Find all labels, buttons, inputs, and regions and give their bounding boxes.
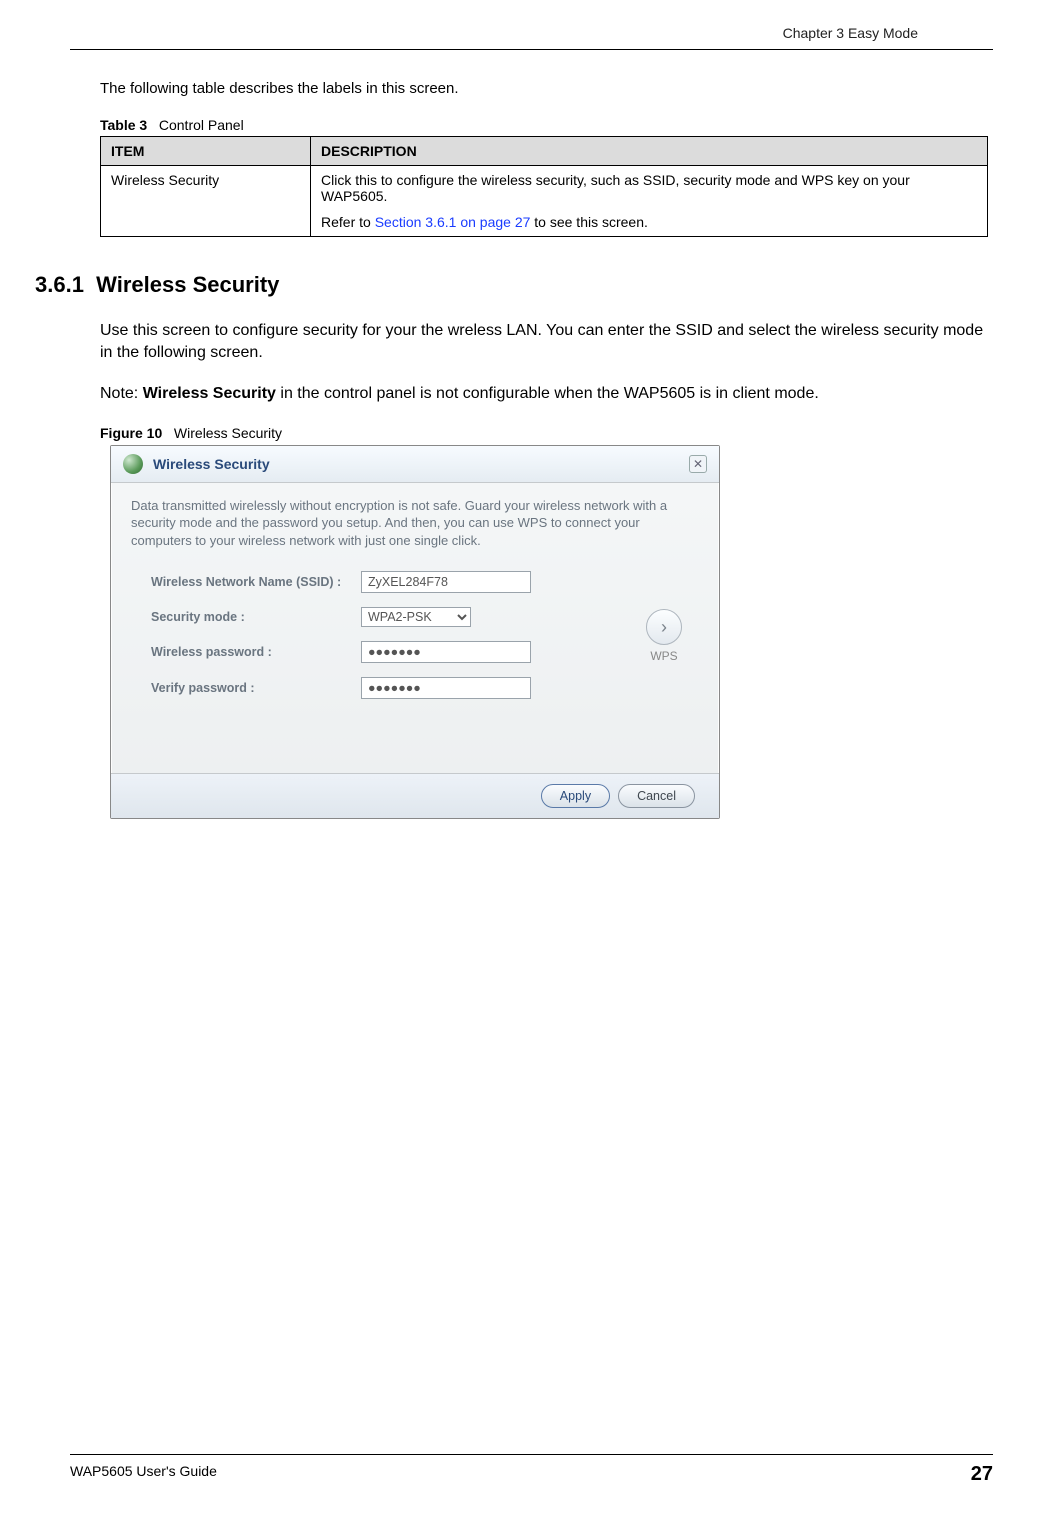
table-header-row: ITEM DESCRIPTION (101, 137, 988, 166)
row-password: Wireless password : (151, 641, 629, 663)
dialog-intro: Data transmitted wirelessly without encr… (111, 483, 719, 560)
wireless-security-dialog: Wireless Security ✕ Data transmitted wir… (110, 445, 720, 820)
ssid-label: Wireless Network Name (SSID) : (151, 575, 361, 589)
intro-text: The following table describes the labels… (100, 80, 988, 97)
page-header: Chapter 3 Easy Mode (70, 0, 993, 50)
dialog-footer: Apply Cancel (111, 773, 719, 818)
section-title: Wireless Security (96, 272, 279, 297)
chapter-label: Chapter 3 Easy Mode (783, 25, 918, 41)
globe-icon (123, 454, 143, 474)
wps-button[interactable]: › (646, 609, 682, 645)
table-row: Wireless Security Click this to configur… (101, 166, 988, 237)
row-verify: Verify password : (151, 677, 629, 699)
wps-area: › WPS (629, 571, 699, 713)
section-number: 3.6.1 (35, 272, 84, 297)
cancel-button[interactable]: Cancel (618, 784, 695, 808)
table-caption: Table 3 Control Panel (100, 117, 988, 133)
password-label: Wireless password : (151, 645, 361, 659)
section-heading: 3.6.1 Wireless Security (35, 272, 988, 298)
cell-item: Wireless Security (101, 166, 311, 237)
note-paragraph: Note: Wireless Security in the control p… (100, 383, 988, 405)
dialog-title: Wireless Security (153, 456, 689, 472)
verify-input[interactable] (361, 677, 531, 699)
ssid-input[interactable] (361, 571, 531, 593)
mode-select[interactable]: WPA2-PSK (361, 607, 471, 627)
mode-label: Security mode : (151, 610, 361, 624)
note-rest: in the control panel is not configurable… (276, 385, 819, 402)
table-title: Control Panel (159, 117, 244, 133)
th-item: ITEM (101, 137, 311, 166)
row-ssid: Wireless Network Name (SSID) : (151, 571, 629, 593)
verify-label: Verify password : (151, 681, 361, 695)
footer-guide: WAP5605 User's Guide (70, 1463, 217, 1486)
dialog-header: Wireless Security ✕ (111, 446, 719, 483)
note-bold: Wireless Security (143, 385, 276, 402)
note-prefix: Note: (100, 385, 143, 402)
chevron-right-icon: › (661, 617, 667, 638)
page-footer: WAP5605 User's Guide 27 (70, 1454, 993, 1486)
figure-caption: Figure 10 Wireless Security (100, 425, 988, 441)
control-panel-table: ITEM DESCRIPTION Wireless Security Click… (100, 136, 988, 237)
row-mode: Security mode : WPA2-PSK (151, 607, 629, 627)
table-number: Table 3 (100, 117, 147, 133)
th-description: DESCRIPTION (311, 137, 988, 166)
apply-button[interactable]: Apply (541, 784, 610, 808)
figure-title: Wireless Security (174, 425, 282, 441)
figure-number: Figure 10 (100, 425, 162, 441)
password-input[interactable] (361, 641, 531, 663)
close-icon[interactable]: ✕ (689, 455, 707, 473)
section-link[interactable]: Section 3.6.1 on page 27 (375, 214, 531, 230)
cell-description: Click this to configure the wireless sec… (311, 166, 988, 237)
section-paragraph: Use this screen to configure security fo… (100, 320, 988, 363)
page-number: 27 (971, 1463, 993, 1486)
wps-label: WPS (650, 649, 677, 663)
